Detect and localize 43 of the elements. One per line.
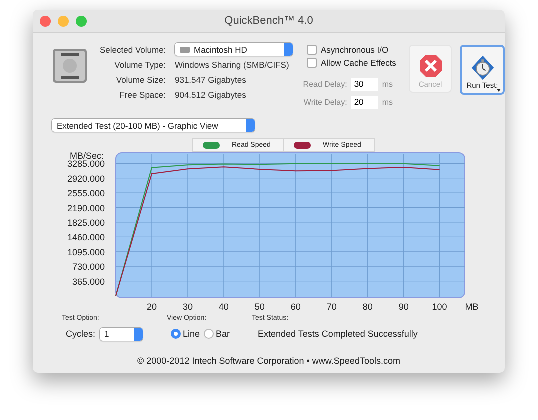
window-title: QuickBench™ 4.0	[224, 15, 314, 27]
field-label: Write Delay:	[304, 98, 348, 106]
field-value: Windows Sharing (SMB/CIFS)	[175, 59, 290, 71]
test-dropdown[interactable]: Extended Test (20-100 MB) - Graphic View	[52, 119, 255, 132]
unit-label: ms	[382, 80, 393, 88]
radio-option[interactable]: Bar	[204, 329, 230, 339]
axis-label: 60	[290, 302, 301, 312]
checkbox-option[interactable]: Asynchronous I/O	[307, 43, 393, 56]
axis-title: MB	[465, 302, 479, 312]
axis-label: 2190.000	[67, 203, 105, 214]
delay-field[interactable]: 20	[351, 96, 378, 108]
axis-label: 3285.000	[67, 159, 105, 170]
field-label: Read Delay:	[303, 80, 348, 88]
axis-label: 20	[146, 302, 157, 312]
field-label: Cycles:	[66, 329, 96, 339]
copyright-text: © 2000-2012 Intech Software Corporation • www.SpeedTools.com	[138, 356, 400, 366]
axis-label: 30	[182, 302, 193, 312]
field-value: 904.512 Gigabytes	[175, 89, 248, 101]
axis-label: 40	[218, 302, 229, 312]
field-label: Volume Type:	[114, 60, 166, 70]
axis-label: 1825.000	[67, 218, 105, 228]
status-text: Extended Tests Completed Successfully	[257, 329, 418, 339]
axis-label: 730.000	[72, 262, 105, 272]
axis-label: 2555.000	[67, 188, 105, 199]
radio-option[interactable]: Line	[171, 329, 200, 339]
axis-label: 1460.000	[67, 232, 105, 243]
axis-label: 90	[398, 302, 409, 312]
axis-label: 1095.000	[67, 247, 105, 258]
field-label: Volume Size:	[115, 75, 166, 85]
unit-label: ms	[382, 98, 393, 106]
cycles-field[interactable]: 1	[100, 328, 143, 340]
delay-field[interactable]: 30	[351, 78, 378, 90]
axis-label: 80	[362, 302, 373, 312]
axis-label: 365.000	[72, 276, 105, 287]
volume-dropdown[interactable]: Macintosh HD	[175, 43, 293, 56]
axis-title: MB/Sec:	[70, 151, 104, 161]
axis-label: 70	[326, 302, 337, 312]
axis-label: 2920.000	[67, 174, 105, 184]
field-value: 931.547 Gigabytes	[175, 74, 248, 86]
axis-label: 50	[254, 302, 265, 312]
field-label: Selected Volume:	[100, 44, 166, 54]
axis-label: 100	[432, 302, 448, 312]
field-label: Free Space:	[118, 90, 166, 100]
